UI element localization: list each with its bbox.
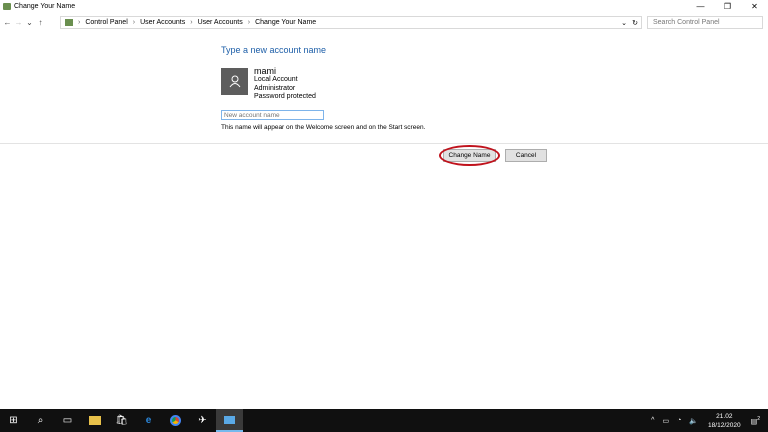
search-input[interactable]: Search Control Panel — [647, 16, 763, 29]
breadcrumb-control-panel[interactable]: Control Panel — [85, 19, 127, 26]
breadcrumb-user-accounts-2[interactable]: User Accounts — [198, 19, 243, 26]
control-panel-icon — [65, 19, 73, 26]
highlight-annotation — [439, 145, 500, 166]
clock[interactable]: 21.02 18/12/2020 — [708, 412, 741, 430]
name-hint: This name will appear on the Welcome scr… — [221, 124, 426, 131]
breadcrumb-change-your-name[interactable]: Change Your Name — [255, 19, 316, 26]
forward-button[interactable]: → — [13, 18, 24, 27]
new-account-name-input[interactable] — [221, 110, 324, 120]
user-avatar-icon — [221, 68, 248, 95]
user-name: mami — [254, 66, 276, 76]
date: 18/12/2020 — [708, 421, 741, 429]
search-icon[interactable]: ⌕ — [27, 409, 54, 432]
up-button[interactable]: ↑ — [35, 18, 46, 27]
user-accounts-icon — [3, 3, 11, 10]
edge-icon[interactable]: e — [135, 409, 162, 432]
minimize-button[interactable]: — — [687, 0, 714, 13]
divider — [0, 143, 768, 144]
battery-icon[interactable]: ▭ — [662, 417, 669, 425]
control-panel-taskbar-icon[interactable] — [216, 409, 243, 432]
page-heading: Type a new account name — [221, 45, 327, 55]
refresh-icon[interactable]: ↻ — [632, 19, 638, 27]
file-explorer-icon[interactable] — [81, 409, 108, 432]
app-icon[interactable]: ✈ — [189, 409, 216, 432]
close-button[interactable]: ✕ — [741, 0, 768, 13]
account-type: Local Account — [254, 76, 298, 83]
navigation-bar: ← → ⌄ ↑ › Control Panel › User Accounts › … — [0, 15, 768, 29]
notifications-icon[interactable]: ▤2 — [751, 416, 760, 425]
task-view-icon[interactable]: ▭ — [54, 409, 81, 432]
volume-icon[interactable]: 🔈 — [689, 417, 698, 425]
window-title: Change Your Name — [14, 3, 76, 10]
store-icon[interactable]: 🛍 — [108, 409, 135, 432]
notification-count: 2 — [757, 415, 760, 422]
show-hidden-icons[interactable]: ^ — [651, 417, 654, 424]
address-dropdown-icon[interactable]: ⌄ — [621, 19, 627, 27]
breadcrumb-user-accounts[interactable]: User Accounts — [140, 19, 185, 26]
address-bar[interactable]: › Control Panel › User Accounts › User Acc… — [60, 16, 642, 29]
start-button[interactable]: ⊞ — [0, 409, 27, 432]
chrome-icon[interactable] — [162, 409, 189, 432]
recent-locations-button[interactable]: ⌄ — [24, 18, 35, 27]
account-role: Administrator — [254, 84, 296, 92]
password-status: Password protected — [254, 93, 316, 100]
title-bar: Change Your Name — ❐ ✕ — [0, 0, 768, 13]
back-button[interactable]: ← — [2, 18, 13, 27]
user-info: mami Local Account Administrator Passwor… — [254, 67, 316, 102]
maximize-button[interactable]: ❐ — [714, 0, 741, 13]
time: 21.02 — [716, 412, 733, 420]
cancel-button[interactable]: Cancel — [505, 149, 547, 162]
taskbar: ⊞ ⌕ ▭ 🛍 e ✈ ^ ▭ ◔ 🔈 21.02 18/12/2020 ▤2 — [0, 409, 768, 432]
network-icon[interactable]: ◔ — [677, 417, 681, 424]
